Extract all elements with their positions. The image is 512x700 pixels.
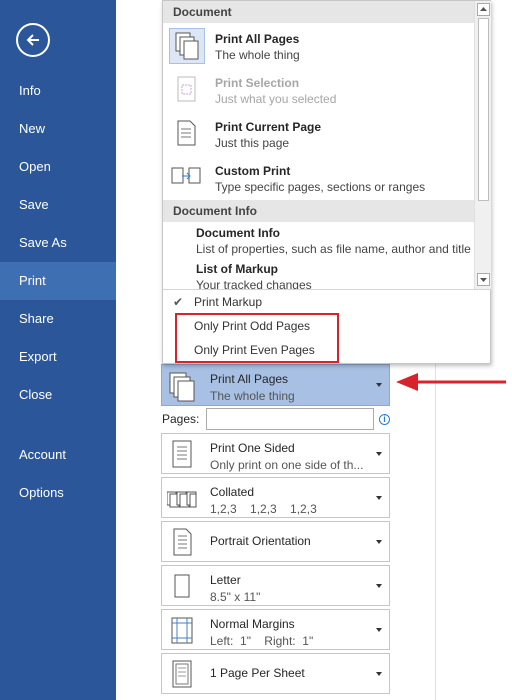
item-desc: List of properties, such as file name, a… [196, 242, 471, 256]
scroll-up-icon[interactable] [477, 3, 490, 16]
custom-print-icon [169, 160, 205, 196]
sidebar-item-options[interactable]: Options [0, 474, 116, 512]
menu-scrollbar[interactable] [474, 1, 491, 289]
item-title: Document Info [196, 226, 280, 240]
per-sheet-title: 1 Page Per Sheet [210, 666, 305, 680]
sidebar-item-account[interactable]: Account [0, 436, 116, 474]
chevron-down-icon [376, 383, 382, 387]
paper-desc: 8.5" x 11" [210, 590, 261, 604]
selection-icon [169, 72, 205, 108]
pages-label: Pages: [162, 412, 200, 426]
collated-icon [166, 483, 197, 515]
sided-dropdown[interactable]: Print One Sided Only print on one side o… [161, 433, 390, 474]
pages-input[interactable] [206, 408, 374, 430]
sided-desc: Only print on one side of th... [210, 458, 364, 472]
menu-item-print-all-pages[interactable]: Print All Pages The whole thing [163, 24, 474, 68]
chevron-down-icon [376, 539, 382, 544]
item-title: Custom Print [215, 164, 291, 178]
print-range-dropdown[interactable]: Print All Pages The whole thing [161, 364, 390, 406]
one-sided-icon [167, 439, 197, 471]
item-desc: Type specific pages, sections or ranges [215, 180, 426, 194]
menu-list: Document Print All Pages The whole thing… [163, 1, 474, 289]
paper-title: Letter [210, 573, 241, 587]
chevron-down-icon [376, 495, 382, 500]
print-range-menu: Document Print All Pages The whole thing… [162, 0, 491, 364]
scrollbar-thumb[interactable] [478, 18, 489, 201]
menu-item-custom-print[interactable]: Custom Print Type specific pages, sectio… [163, 156, 474, 200]
menu-item-print-current-page[interactable]: Print Current Page Just this page [163, 112, 474, 156]
sidebar-item-info[interactable]: Info [0, 72, 116, 110]
section-header-document: Document [163, 1, 474, 23]
all-pages-icon [169, 28, 205, 64]
menu-item-document-info[interactable]: Document Info List of properties, such a… [163, 224, 474, 260]
margins-dropdown[interactable]: Normal Margins Left: 1" Right: 1" [161, 609, 390, 650]
backstage-sidebar: Info New Open Save Save As Print Share E… [0, 0, 116, 700]
menu-item-list-of-markup[interactable]: List of Markup Your tracked changes [163, 260, 474, 289]
item-desc: Your tracked changes [196, 278, 312, 289]
portrait-icon [167, 527, 197, 559]
margins-title: Normal Margins [210, 617, 295, 631]
checkmark-icon: ✔ [173, 295, 184, 309]
item-desc: The whole thing [215, 48, 300, 62]
chevron-down-icon [376, 583, 382, 588]
scroll-down-icon[interactable] [477, 273, 490, 286]
collation-desc: 1,2,3 1,2,3 1,2,3 [210, 502, 317, 516]
paper-size-dropdown[interactable]: Letter 8.5" x 11" [161, 565, 390, 606]
collation-dropdown[interactable]: Collated 1,2,3 1,2,3 1,2,3 [161, 477, 390, 518]
current-page-icon [169, 116, 205, 152]
chevron-down-icon [376, 451, 382, 456]
sided-title: Print One Sided [210, 441, 295, 455]
sidebar-item-open[interactable]: Open [0, 148, 116, 186]
annotation-arrow-icon [396, 373, 506, 391]
sidebar-item-print[interactable]: Print [0, 262, 116, 300]
chevron-down-icon [376, 671, 382, 676]
item-title: Print Current Page [215, 120, 322, 134]
item-title: Print All Pages [215, 32, 300, 46]
page-per-sheet-icon [167, 659, 197, 691]
print-range-desc: The whole thing [210, 389, 295, 403]
paper-size-icon [167, 571, 197, 603]
back-arrow-icon[interactable] [16, 23, 50, 57]
info-icon[interactable]: i [379, 414, 390, 425]
annotation-highlight-box [175, 313, 339, 363]
sidebar-item-save-as[interactable]: Save As [0, 224, 116, 262]
all-pages-icon [167, 370, 197, 402]
chevron-down-icon [376, 627, 382, 632]
toggle-label: Print Markup [194, 295, 263, 309]
print-range-title: Print All Pages [210, 372, 289, 386]
menu-item-print-selection[interactable]: Print Selection Just what you selected [163, 68, 474, 112]
item-title: Print Selection [215, 76, 300, 90]
menu-item-print-markup[interactable]: ✔ Print Markup [163, 290, 491, 314]
item-desc: Just this page [215, 136, 290, 150]
margins-icon [167, 615, 197, 647]
sidebar-item-close[interactable]: Close [0, 376, 116, 414]
pages-per-sheet-dropdown[interactable]: 1 Page Per Sheet [161, 653, 390, 694]
orientation-title: Portrait Orientation [210, 534, 311, 548]
sidebar-item-new[interactable]: New [0, 110, 116, 148]
sidebar-item-save[interactable]: Save [0, 186, 116, 224]
item-title: List of Markup [196, 262, 279, 276]
orientation-dropdown[interactable]: Portrait Orientation [161, 521, 390, 562]
section-header-document-info: Document Info [163, 200, 474, 222]
collation-title: Collated [210, 485, 255, 499]
sidebar-item-export[interactable]: Export [0, 338, 116, 376]
margins-desc: Left: 1" Right: 1" [210, 634, 314, 648]
sidebar-item-share[interactable]: Share [0, 300, 116, 338]
item-desc: Just what you selected [215, 92, 337, 106]
